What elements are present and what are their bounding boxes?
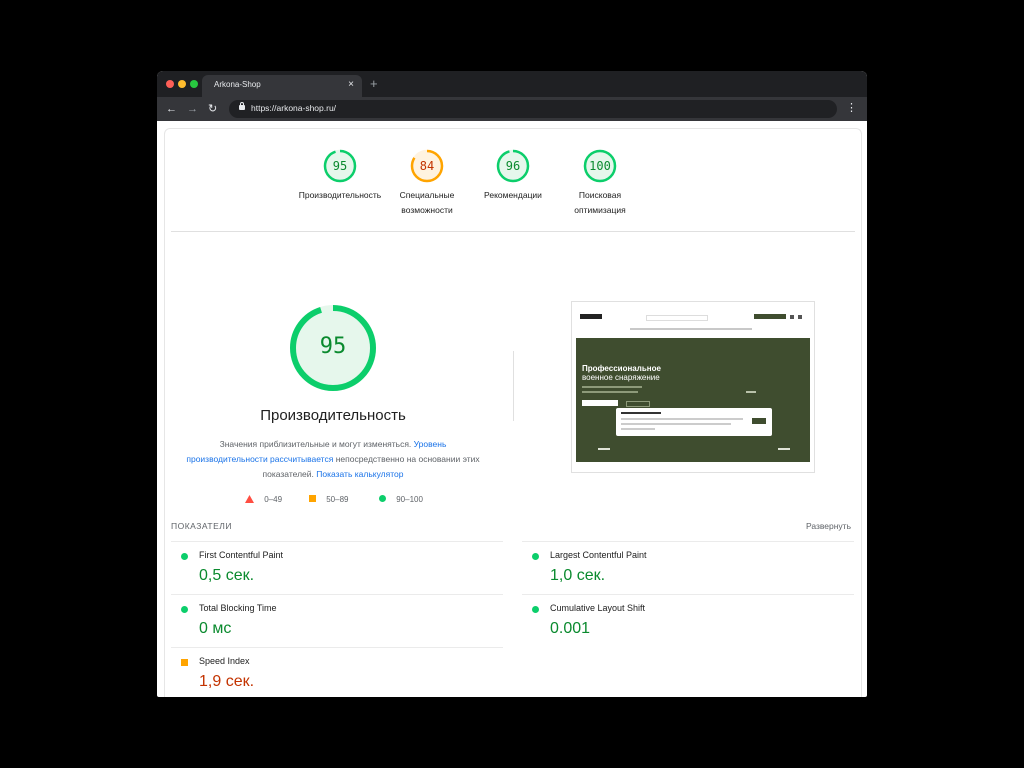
- tab-close-icon[interactable]: ×: [348, 79, 354, 90]
- forward-arrow-icon[interactable]: →: [187, 102, 198, 116]
- score-ring: 95: [323, 149, 357, 183]
- legend-bad: 0–49: [245, 495, 282, 504]
- screenshot-cookie-popup: [616, 408, 772, 436]
- legend-good-label: 90–100: [396, 495, 423, 504]
- lock-icon: [239, 102, 245, 110]
- vertical-divider: [513, 351, 514, 421]
- legend-bad-label: 0–49: [264, 495, 283, 504]
- title-bar: Arkona-Shop × +: [157, 71, 867, 97]
- page-screenshot[interactable]: Профессиональное военное снаряжение: [571, 301, 815, 473]
- back-arrow-icon[interactable]: ←: [166, 102, 177, 116]
- performance-description: Значения приблизительные и могут изменят…: [185, 437, 481, 482]
- metric-item: First Contentful Paint 0,5 сек.: [171, 541, 503, 594]
- circle-icon: [181, 553, 188, 560]
- close-window-button[interactable]: [166, 80, 174, 88]
- score-value: 84: [419, 159, 435, 173]
- triangle-icon: [245, 495, 254, 503]
- screenshot-site-header: [576, 306, 810, 338]
- score-label: Рекомендации: [484, 190, 542, 200]
- minimize-window-button[interactable]: [178, 80, 186, 88]
- score-ring: 84: [410, 149, 444, 183]
- metric-name: Largest Contentful Paint: [550, 550, 647, 560]
- legend-good: 90–100: [379, 495, 423, 504]
- legend-average-label: 50–89: [326, 495, 349, 504]
- score-label: Специальные возможности: [399, 190, 455, 215]
- circle-icon: [181, 606, 188, 613]
- new-tab-icon[interactable]: +: [370, 76, 378, 91]
- metric-name: First Contentful Paint: [199, 550, 284, 560]
- performance-gauge: 95: [289, 304, 377, 392]
- score-ring: 100: [583, 149, 617, 183]
- url-text: https://arkona-shop.ru/: [251, 103, 337, 113]
- score-label: Производительность: [298, 190, 382, 200]
- tab-title: Arkona-Shop: [214, 80, 261, 89]
- reload-icon[interactable]: ↻: [208, 102, 217, 116]
- circle-icon: [532, 553, 539, 560]
- metrics-header: ПОКАЗАТЕЛИ: [171, 521, 232, 531]
- score-value: 95: [332, 159, 348, 173]
- expand-metrics-button[interactable]: Развернуть: [806, 521, 851, 531]
- metric-value: 0.001: [550, 620, 591, 637]
- score-value: 100: [589, 159, 611, 173]
- metric-item: Cumulative Layout Shift 0.001: [522, 594, 854, 647]
- lighthouse-report: 95 Производительность 84 Специальные возмож…: [164, 128, 862, 697]
- score-gauge-0[interactable]: 95 Производительность: [290, 149, 390, 203]
- square-icon: [181, 659, 188, 666]
- screenshot-hero-line-2: военное снаряжение: [582, 373, 660, 382]
- address-bar[interactable]: https://arkona-shop.ru/: [229, 100, 837, 118]
- metric-item: Total Blocking Time 0 мс: [171, 594, 503, 647]
- browser-menu-icon[interactable]: ⋮: [846, 101, 857, 114]
- circle-icon: [379, 495, 386, 502]
- screenshot-hero: Профессиональное военное снаряжение: [576, 338, 810, 462]
- metric-item: Speed Index 1,9 сек.: [171, 647, 503, 697]
- screenshot-hero-line-1: Профессиональное: [582, 364, 661, 373]
- browser-tab[interactable]: Arkona-Shop ×: [202, 75, 362, 97]
- metric-value: 0,5 сек.: [199, 567, 255, 584]
- browser-toolbar: ← → ↻ https://arkona-shop.ru/ ⋮: [157, 97, 867, 121]
- score-gauge-2[interactable]: 96 Рекомендации: [463, 149, 563, 203]
- performance-title: Производительность: [260, 407, 406, 424]
- screenshot-content: Профессиональное военное снаряжение: [576, 306, 810, 462]
- performance-score: 95: [319, 334, 347, 359]
- metric-value: 1,9 сек.: [199, 673, 255, 690]
- show-calculator-link[interactable]: Показать калькулятор: [316, 469, 403, 479]
- score-gauge-1[interactable]: 84 Специальные возможности: [377, 149, 477, 218]
- screenshot-hero-title: Профессиональное военное снаряжение: [582, 364, 661, 382]
- circle-icon: [532, 606, 539, 613]
- metric-name: Total Blocking Time: [199, 603, 277, 613]
- score-label: Поисковая оптимизация: [574, 190, 626, 215]
- legend-average: 50–89: [309, 495, 348, 504]
- metric-value: 1,0 сек.: [550, 567, 606, 584]
- score-value: 96: [505, 159, 521, 173]
- score-ring: 96: [496, 149, 530, 183]
- square-icon: [309, 495, 316, 502]
- score-gauge-3[interactable]: 100 Поисковая оптимизация: [550, 149, 650, 218]
- description-text-1: Значения приблизительные и могут изменят…: [219, 439, 414, 449]
- gauges-divider: [171, 231, 855, 232]
- metric-name: Speed Index: [199, 656, 250, 666]
- metric-value: 0 мс: [199, 620, 232, 637]
- browser-window: Arkona-Shop × + ← → ↻ https://arkona-sho…: [157, 71, 867, 697]
- metric-item: Largest Contentful Paint 1,0 сек.: [522, 541, 854, 594]
- metric-name: Cumulative Layout Shift: [550, 603, 646, 613]
- maximize-window-button[interactable]: [190, 80, 198, 88]
